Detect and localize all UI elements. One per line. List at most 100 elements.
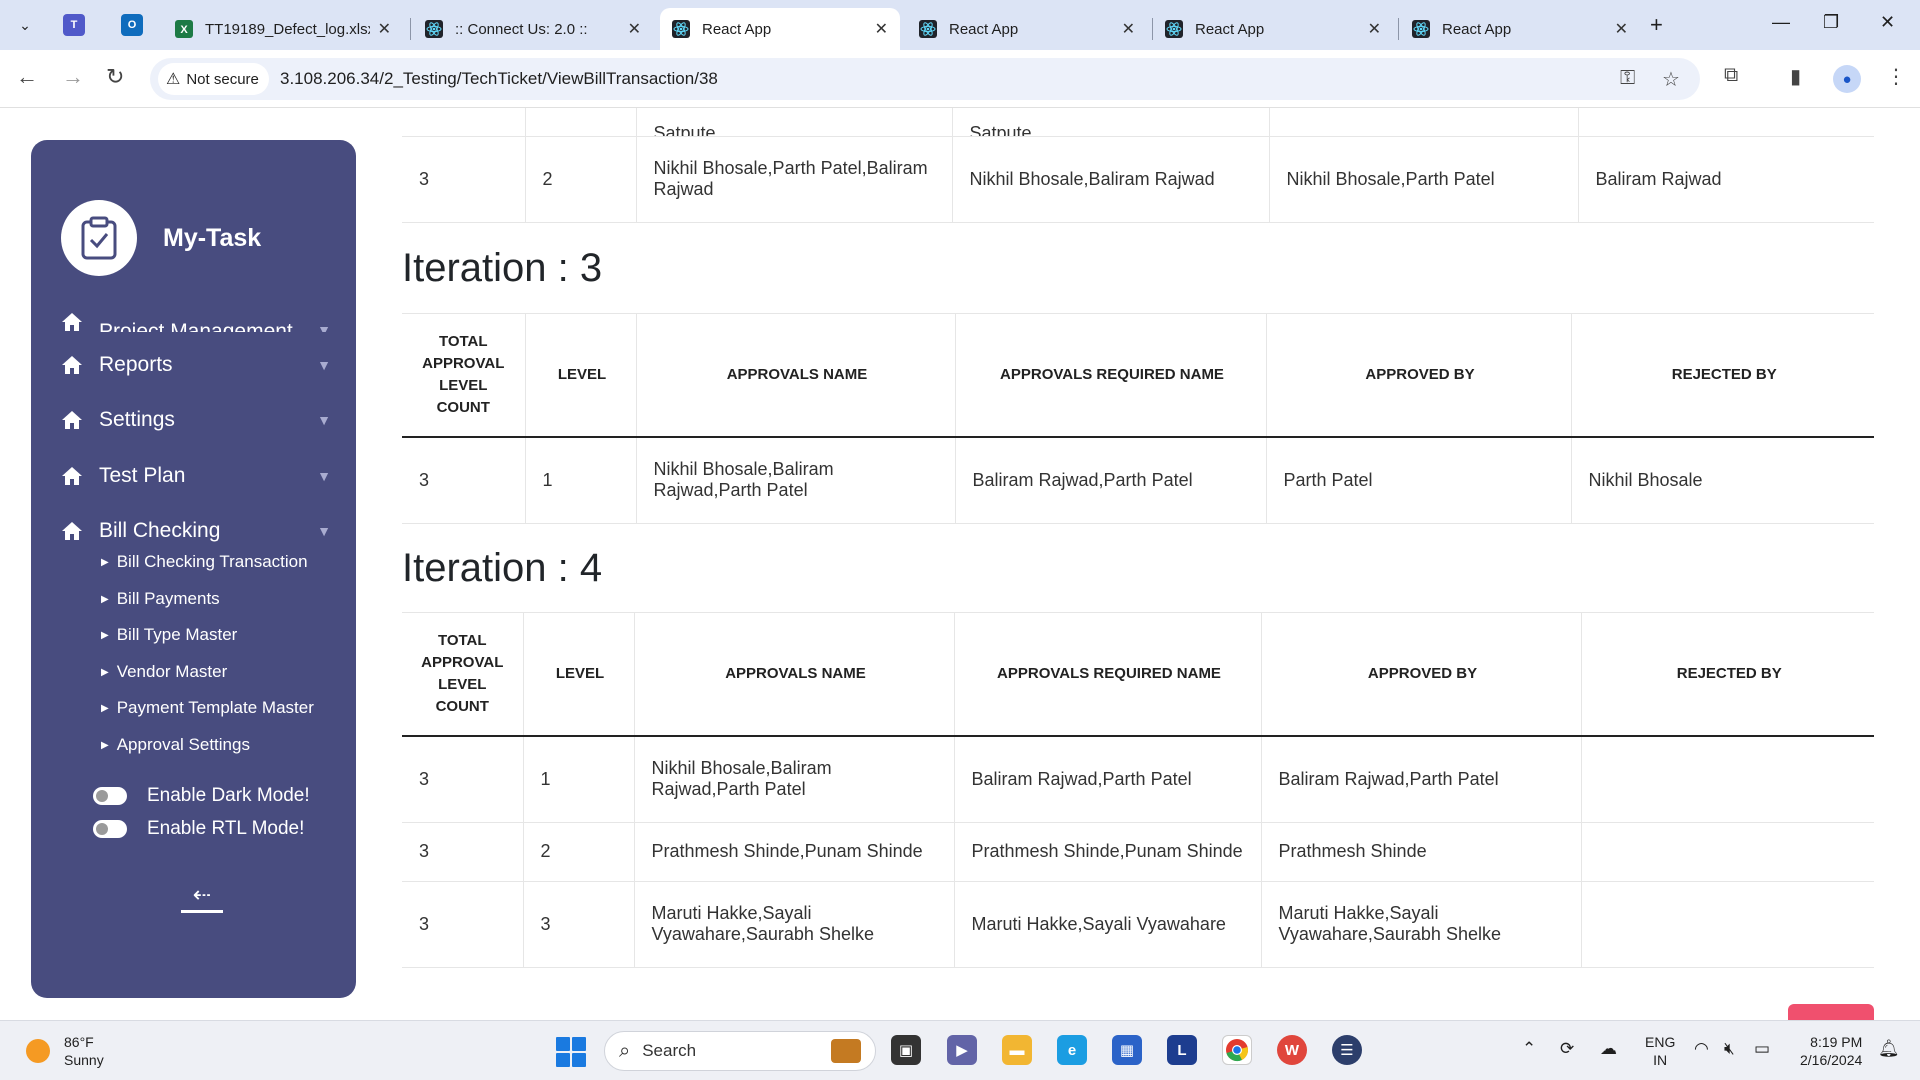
table-row: 3 3 Maruti Hakke,Sayali Vyawahare,Saurab… <box>402 881 1874 968</box>
wifi-icon[interactable]: ◠ <box>1694 1039 1709 1059</box>
onedrive-off-icon[interactable]: ☁ <box>1600 1039 1617 1059</box>
tab-title: React App <box>702 20 772 38</box>
new-tab-button[interactable]: + <box>1650 12 1663 38</box>
main-content: Satpute Satpute 3 2 Nikhil Bhosale,Parth… <box>402 108 1874 1020</box>
submenu-approval-settings[interactable]: ▶ Approval Settings <box>101 735 250 755</box>
tab-title: TT19189_Defect_log.xlsx <box>205 20 370 38</box>
close-tab-icon[interactable]: ✕ <box>1122 19 1135 39</box>
side-panel-icon[interactable]: ▮ <box>1790 64 1801 89</box>
reload-icon[interactable]: ↻ <box>106 64 124 90</box>
security-chip[interactable]: ⚠ Not secure <box>158 63 269 95</box>
dark-mode-toggle[interactable] <box>93 787 127 805</box>
tab-excel[interactable]: X TT19189_Defect_log.xlsx ✕ <box>163 8 403 50</box>
tab-title: :: Connect Us: 2.0 :: <box>455 20 588 38</box>
rtl-mode-toggle[interactable] <box>93 820 127 838</box>
cell-rejected-by <box>1581 881 1874 968</box>
iteration-4-title: Iteration : 4 <box>402 545 603 590</box>
menu-test-plan[interactable]: Test Plan ▼ <box>61 456 331 496</box>
iteration-4-table: TOTAL APPROVAL LEVEL COUNT LEVEL APPROVA… <box>402 611 1874 968</box>
caret-right-icon: ▶ <box>101 702 109 714</box>
cell-total-count: 3 <box>402 437 526 524</box>
battery-icon[interactable]: ▭ <box>1754 1039 1770 1059</box>
outlook-icon[interactable]: O <box>121 14 143 36</box>
l-app-icon[interactable]: L <box>1167 1035 1197 1065</box>
home-icon <box>61 355 85 375</box>
language-indicator[interactable]: ENG IN <box>1645 1033 1675 1069</box>
system-clock[interactable]: 8:19 PM 2/16/2024 <box>1800 1033 1862 1069</box>
cell-approvals-name: Prathmesh Shinde,Punam Shinde <box>634 822 955 882</box>
file-explorer-icon[interactable]: ▬ <box>1002 1035 1032 1065</box>
cell-level: 1 <box>525 437 637 524</box>
close-tab-icon[interactable]: ✕ <box>378 19 391 39</box>
header-approvals-name: APPROVALS NAME <box>634 612 955 737</box>
profile-avatar-icon[interactable]: ● <box>1833 65 1861 93</box>
submenu-bill-payments[interactable]: ▶ Bill Payments <box>101 589 220 609</box>
tab-react-app[interactable]: React App ✕ <box>1400 8 1640 50</box>
collapse-sidebar-button[interactable]: ⇠ <box>181 882 223 913</box>
windows-start-icon[interactable] <box>556 1037 586 1067</box>
restore-icon[interactable]: ❐ <box>1823 12 1839 33</box>
close-tab-icon[interactable]: ✕ <box>1368 19 1381 39</box>
submenu-payment-template-master[interactable]: ▶ Payment Template Master <box>101 698 314 718</box>
caret-right-icon: ▶ <box>101 556 109 568</box>
tab-react-app-active[interactable]: React App ✕ <box>660 8 900 50</box>
volume-muted-icon[interactable]: 🔇︎ <box>1724 1039 1735 1059</box>
task-view-icon[interactable]: ▣ <box>891 1035 921 1065</box>
tab-search-chevron-icon[interactable]: ⌄ <box>10 10 40 40</box>
sync-icon[interactable]: ⟳ <box>1560 1039 1574 1059</box>
window-close-icon[interactable]: ✕ <box>1880 12 1895 33</box>
taskbar-search[interactable]: ⌕ Search <box>604 1031 876 1071</box>
submenu-vendor-master[interactable]: ▶ Vendor Master <box>101 662 227 682</box>
cell-approvals-name: Nikhil Bhosale,Baliram Rajwad,Parth Pate… <box>636 437 956 524</box>
key-icon[interactable]: ⚿ <box>1620 67 1635 90</box>
tab-react-app[interactable]: React App ✕ <box>1153 8 1393 50</box>
address-bar[interactable]: ⚠ Not secure 3.108.206.34/2_Testing/Tech… <box>150 58 1700 100</box>
meet-icon[interactable]: ▶ <box>947 1035 977 1065</box>
react-icon <box>425 20 443 38</box>
submenu-bill-type-master[interactable]: ▶ Bill Type Master <box>101 625 237 645</box>
brand[interactable]: My-Task <box>61 200 261 276</box>
menu-project-management[interactable]: Project Management ▼ <box>61 302 331 332</box>
dark-mode-toggle-row[interactable]: Enable Dark Mode! <box>93 785 310 807</box>
clipboard-check-icon <box>61 200 137 276</box>
menu-bill-checking[interactable]: Bill Checking ▼ <box>61 511 331 551</box>
eclipse-icon[interactable]: ☰ <box>1332 1035 1362 1065</box>
cell-approved-by: Maruti Hakke,Sayali Vyawahare,Saurabh Sh… <box>1261 881 1582 968</box>
edge-icon[interactable]: e <box>1057 1035 1087 1065</box>
caret-down-icon: ▼ <box>317 412 331 428</box>
url-text[interactable]: 3.108.206.34/2_Testing/TechTicket/ViewBi… <box>280 69 718 89</box>
close-tab-icon[interactable]: ✕ <box>875 19 888 39</box>
rtl-mode-toggle-row[interactable]: Enable RTL Mode! <box>93 818 304 840</box>
forward-arrow-icon[interactable]: → <box>62 64 84 90</box>
notification-bell-icon[interactable]: 🔔︎ <box>1878 1039 1900 1059</box>
submenu-bill-checking-transaction[interactable]: ▶ Bill Checking Transaction <box>101 552 308 572</box>
caret-down-icon: ▼ <box>317 523 331 539</box>
wps-icon[interactable]: W <box>1277 1035 1307 1065</box>
menu-reports[interactable]: Reports ▼ <box>61 345 331 385</box>
weather-widget[interactable]: 86°F Sunny <box>26 1033 104 1069</box>
chevron-up-icon[interactable]: ⌃ <box>1522 1039 1536 1059</box>
tab-react-app[interactable]: React App ✕ <box>907 8 1147 50</box>
menu-settings[interactable]: Settings ▼ <box>61 400 331 440</box>
weather-desc: Sunny <box>64 1052 104 1068</box>
back-arrow-icon[interactable]: ← <box>16 64 38 90</box>
minimize-icon[interactable]: — <box>1772 12 1790 33</box>
tab-connect-us[interactable]: :: Connect Us: 2.0 :: ✕ <box>413 8 653 50</box>
close-tab-icon[interactable]: ✕ <box>628 19 641 39</box>
chrome-icon[interactable] <box>1222 1035 1252 1065</box>
bookmark-star-icon[interactable]: ☆ <box>1662 67 1680 92</box>
react-icon <box>1165 20 1183 38</box>
close-tab-icon[interactable]: ✕ <box>1615 19 1628 39</box>
cell-approved-by: Baliram Rajwad,Parth Patel <box>1261 736 1582 823</box>
cell-cut-text: Satpute <box>653 122 716 136</box>
home-icon <box>61 410 85 430</box>
store-icon[interactable]: ▦ <box>1112 1035 1142 1065</box>
extensions-icon[interactable]: ⧉ <box>1724 64 1738 87</box>
floating-action-button[interactable] <box>1788 1004 1874 1020</box>
lang-bottom: IN <box>1653 1052 1668 1068</box>
page-viewport: My-Task Project Management ▼ Reports ▼ S… <box>0 108 1920 1020</box>
teams-icon[interactable]: T <box>63 14 85 36</box>
header-rejected-by: REJECTED BY <box>1581 612 1874 737</box>
header-total-count: TOTAL APPROVAL LEVEL COUNT <box>402 313 526 438</box>
more-menu-icon[interactable]: ⋮ <box>1886 64 1906 89</box>
